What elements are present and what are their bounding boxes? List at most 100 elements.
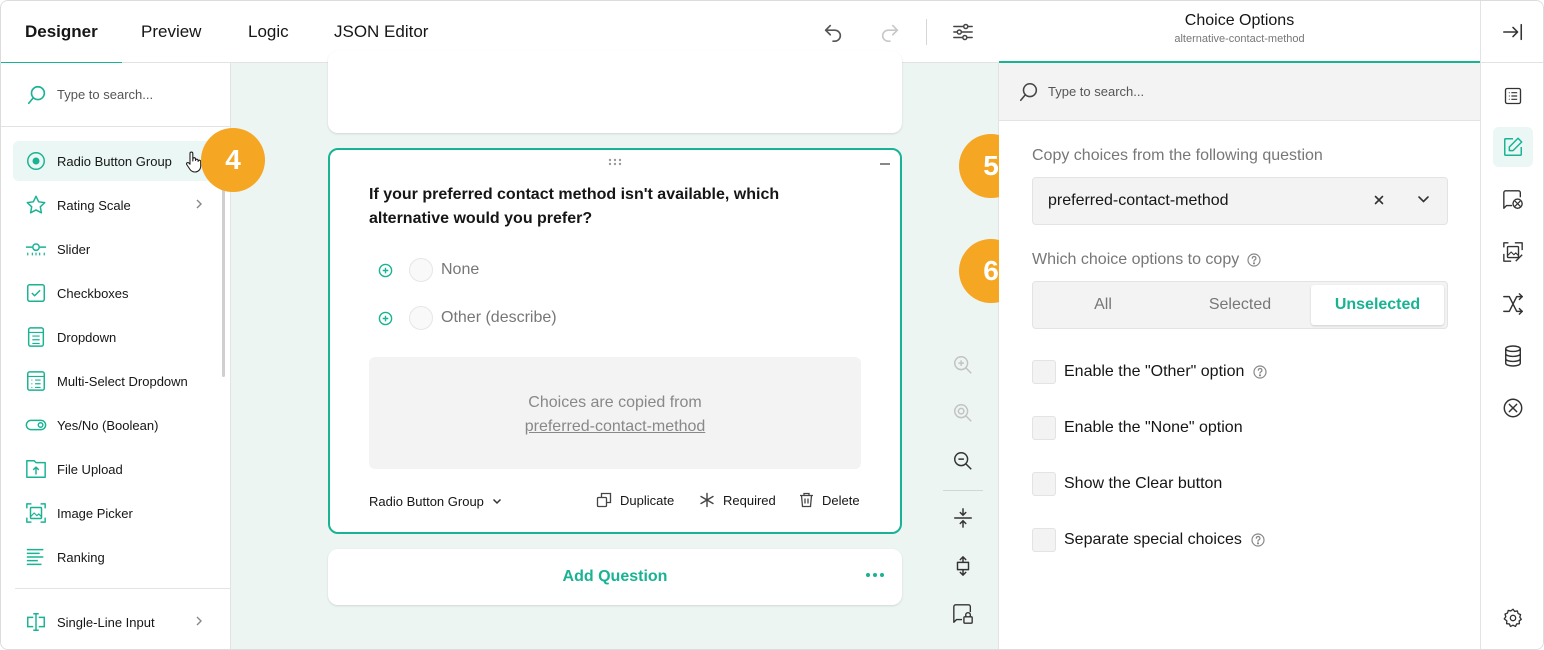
property-grid-rail — [1480, 1, 1543, 649]
toolbox-search-input[interactable]: Type to search... — [57, 87, 153, 102]
toolbox-item-ranking[interactable]: Ranking — [13, 537, 211, 577]
layout-icon[interactable] — [1501, 240, 1525, 264]
expand-all-icon[interactable] — [951, 554, 975, 578]
question-card[interactable]: If your preferred contact method isn't a… — [328, 148, 902, 534]
tab-preview[interactable]: Preview — [141, 1, 201, 63]
property-search-input[interactable]: Type to search... — [1048, 84, 1144, 99]
undo-icon[interactable] — [821, 20, 845, 44]
checkbox-enable-other[interactable]: Enable the "Other" option — [1032, 359, 1267, 385]
checkbox-box[interactable] — [1032, 528, 1056, 552]
help-icon[interactable] — [1247, 253, 1261, 267]
which-options-segmented: All Selected Unselected — [1032, 281, 1448, 329]
previous-question-card[interactable] — [328, 51, 902, 133]
collapse-panel-icon[interactable] — [1501, 20, 1525, 44]
help-icon[interactable] — [1251, 533, 1265, 547]
copied-source-link[interactable]: preferred-contact-method — [369, 415, 861, 439]
checkbox-show-clear[interactable]: Show the Clear button — [1032, 471, 1222, 497]
toolbox-item-file-upload[interactable]: File Upload — [13, 449, 211, 489]
add-choice-icon[interactable] — [377, 262, 393, 278]
question-type-selector[interactable]: Radio Button Group — [369, 494, 502, 509]
segment-all[interactable]: All — [1036, 285, 1170, 325]
add-question-button[interactable]: Add Question — [563, 568, 668, 586]
zoom-out-icon[interactable] — [951, 449, 975, 473]
zoom-in-icon[interactable] — [951, 353, 975, 377]
segment-selected[interactable]: Selected — [1172, 285, 1308, 325]
question-footer: Radio Button Group Duplicate Required De… — [369, 492, 861, 512]
add-choice-icon[interactable] — [377, 310, 393, 326]
required-button[interactable]: Required — [699, 492, 776, 508]
delete-button[interactable]: Delete — [799, 492, 860, 508]
toolbox-item-label: Image Picker — [57, 505, 133, 521]
chevron-down-icon[interactable] — [1417, 195, 1430, 204]
toolbox-item-label: Checkboxes — [57, 285, 129, 301]
multi-select-icon — [24, 369, 48, 393]
question-type-label: Radio Button Group — [369, 494, 484, 509]
property-search[interactable]: Type to search... — [999, 63, 1480, 121]
choice-options-edit-icon[interactable] — [1493, 127, 1533, 167]
tab-logic[interactable]: Logic — [248, 1, 289, 63]
toolbox-item-label: Slider — [57, 241, 91, 257]
gear-icon[interactable] — [1501, 606, 1525, 630]
toolbox-search[interactable]: Type to search... — [1, 63, 230, 127]
conditional-logic-icon[interactable] — [1501, 188, 1525, 212]
chevron-right-icon — [195, 615, 203, 627]
chevron-down-icon — [492, 498, 502, 505]
choice-label[interactable]: Other (describe) — [441, 309, 557, 327]
validation-icon[interactable] — [1501, 396, 1525, 420]
checkbox-label: Enable the "Other" option — [1064, 363, 1245, 380]
checkbox-enable-none[interactable]: Enable the "None" option — [1032, 415, 1243, 441]
toolbox-item-checkboxes[interactable]: Checkboxes — [13, 273, 211, 313]
duplicate-button[interactable]: Duplicate — [596, 492, 674, 508]
copy-from-value: preferred-contact-method — [1048, 192, 1229, 209]
ranking-icon — [24, 545, 48, 569]
checkbox-box[interactable] — [1032, 416, 1056, 440]
survey-creator: Designer Preview Logic JSON Editor Type … — [0, 0, 1544, 650]
toolbox-item-label: Single-Line Input — [57, 614, 155, 630]
tab-designer[interactable]: Designer — [1, 1, 122, 64]
more-options-icon[interactable] — [866, 573, 884, 577]
toolbox-item-label: Rating Scale — [57, 197, 131, 213]
toolbox-item-image-picker[interactable]: Image Picker — [13, 493, 211, 533]
question-title[interactable]: If your preferred contact method isn't a… — [369, 183, 839, 231]
toggle-icon — [24, 413, 48, 437]
data-flow-icon[interactable] — [1501, 292, 1525, 316]
property-grid: Choice Options alternative-contact-metho… — [999, 1, 1480, 649]
choice-item: None — [377, 257, 479, 283]
checkbox-separate-special[interactable]: Separate special choices — [1032, 527, 1265, 553]
help-icon[interactable] — [1253, 365, 1267, 379]
toolbox-item-slider[interactable]: Slider — [13, 229, 211, 269]
settings-sliders-icon[interactable] — [951, 20, 975, 44]
collapse-all-icon[interactable] — [951, 506, 975, 530]
toolbox-item-rating-scale[interactable]: Rating Scale — [13, 185, 211, 225]
clear-icon[interactable] — [1373, 194, 1385, 206]
delete-label: Delete — [822, 492, 860, 508]
asterisk-icon — [699, 492, 715, 508]
step-badge-4: 4 — [201, 128, 265, 192]
toolbox-item-boolean[interactable]: Yes/No (Boolean) — [13, 405, 211, 445]
copy-from-dropdown[interactable]: preferred-contact-method — [1032, 177, 1448, 225]
toolbox-item-label: Dropdown — [57, 329, 117, 345]
choice-label[interactable]: None — [441, 261, 479, 279]
database-icon[interactable] — [1501, 344, 1525, 368]
radio-circle[interactable] — [409, 258, 433, 282]
general-list-icon[interactable] — [1501, 84, 1525, 108]
segment-unselected[interactable]: Unselected — [1311, 285, 1444, 325]
drag-handle-icon[interactable] — [608, 158, 622, 166]
chevron-right-icon — [195, 198, 203, 210]
dropdown-icon — [24, 325, 48, 349]
toolbox-item-multi-select-dropdown[interactable]: Multi-Select Dropdown — [13, 361, 211, 401]
toolbox-item-radio-button-group[interactable]: Radio Button Group — [13, 141, 211, 181]
lock-questions-icon[interactable] — [951, 602, 975, 626]
required-label: Required — [723, 492, 776, 508]
toolbox-item-dropdown[interactable]: Dropdown — [13, 317, 211, 357]
redo-icon[interactable] — [878, 20, 902, 44]
checkbox-box[interactable] — [1032, 360, 1056, 384]
radio-circle[interactable] — [409, 306, 433, 330]
checkbox-box[interactable] — [1032, 472, 1056, 496]
text-input-icon — [24, 610, 48, 634]
toolbox-item-single-line-input[interactable]: Single-Line Input — [13, 602, 211, 642]
zoom-fit-icon[interactable] — [951, 401, 975, 425]
collapse-icon[interactable] — [880, 163, 890, 165]
property-section-title: Choice Options — [1184, 12, 1295, 29]
trash-icon — [799, 492, 814, 508]
